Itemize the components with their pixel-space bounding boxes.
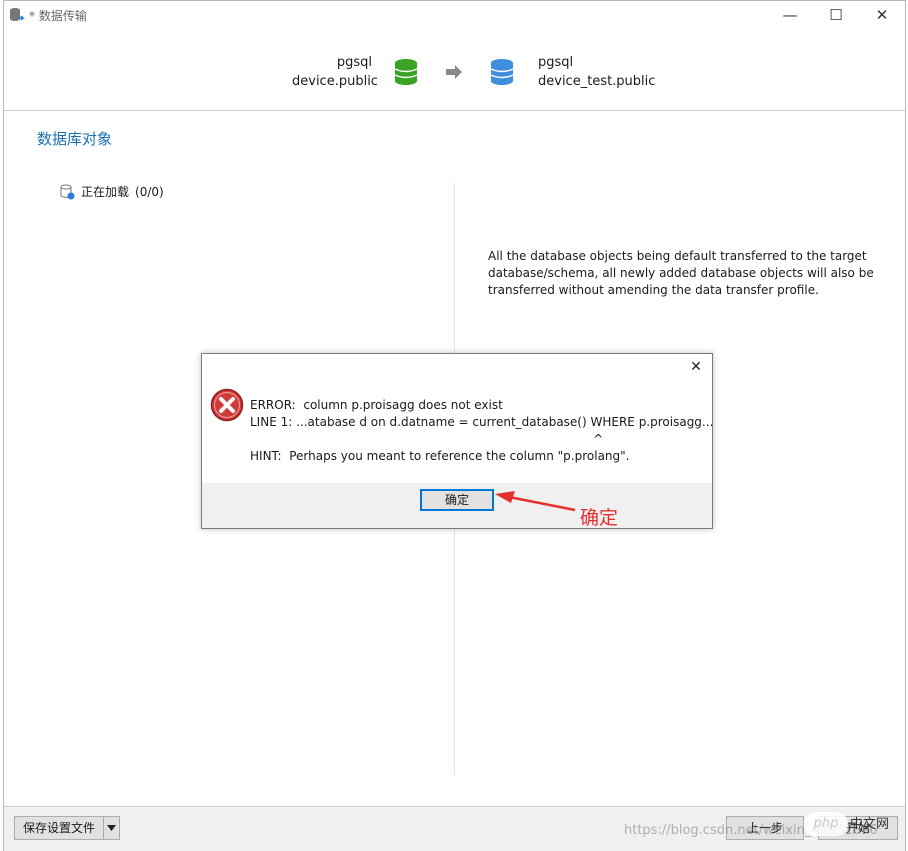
title-bar: * 数据传输 — ☐ ✕	[4, 1, 905, 29]
save-profile-label: 保存设置文件	[15, 817, 105, 839]
section-title: 数据库对象	[37, 130, 113, 148]
php-logo: php	[804, 812, 848, 836]
source-database-name: device.public	[292, 74, 378, 89]
loading-label: 正在加载	[81, 185, 130, 199]
source-connection: pgsql device.public	[292, 53, 378, 91]
dialog-title-bar: ✕	[202, 354, 712, 380]
dialog-close-button[interactable]: ✕	[686, 357, 706, 377]
annotation-label: 确定	[580, 507, 619, 529]
target-connection: pgsql device_test.public	[538, 53, 655, 91]
loading-tree-item[interactable]: 正在加载 (0/0)	[59, 183, 164, 200]
database-transfer-icon	[10, 8, 25, 21]
minimize-button[interactable]: —	[770, 1, 810, 29]
loading-count: (0/0)	[135, 184, 164, 199]
error-dialog: ✕ ERROR: column p.proisagg does not exis…	[201, 353, 713, 529]
source-database-icon	[394, 59, 418, 85]
maximize-button[interactable]: ☐	[816, 1, 856, 29]
source-connection-name: pgsql	[336, 55, 372, 70]
php-cn-label: 中文网	[850, 817, 890, 832]
error-icon	[210, 388, 244, 422]
transfer-info-text: All the database objects being default t…	[488, 249, 874, 297]
dialog-body: ERROR: column p.proisagg does not exist …	[202, 380, 714, 483]
ok-button[interactable]: 确定	[420, 489, 494, 511]
target-connection-name: pgsql	[538, 55, 574, 70]
save-profile-button[interactable]: 保存设置文件	[14, 816, 121, 840]
close-window-button[interactable]: ✕	[862, 1, 902, 29]
annotation-arrow	[495, 491, 576, 512]
database-loading-icon	[60, 184, 75, 199]
error-message: ERROR: column p.proisagg does not exist …	[250, 398, 714, 463]
target-database-name: device_test.public	[538, 74, 656, 89]
target-database-icon	[490, 59, 514, 85]
window-title: * 数据传输	[29, 9, 87, 23]
transfer-arrow-icon	[446, 65, 462, 79]
dropdown-arrow-icon[interactable]	[104, 817, 119, 839]
